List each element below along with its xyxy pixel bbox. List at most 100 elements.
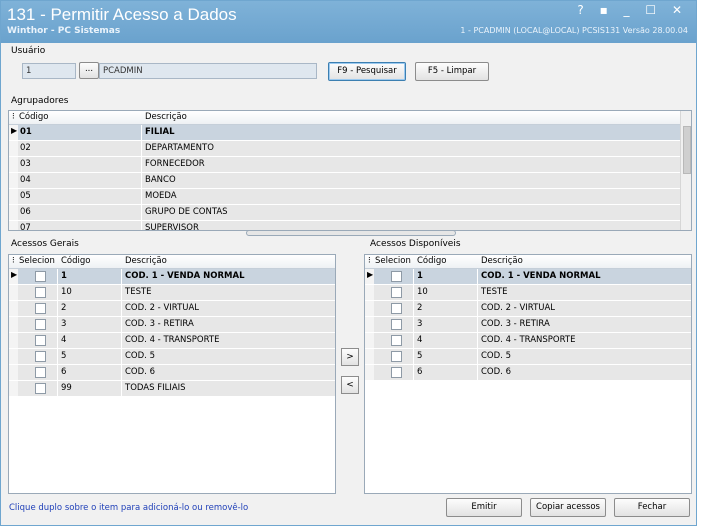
cell-code: 04 bbox=[20, 175, 31, 185]
col-sel-header[interactable]: Selecion bbox=[375, 256, 411, 266]
table-row[interactable]: ▶ 01 FILIAL bbox=[9, 125, 691, 141]
row-indicator bbox=[365, 365, 374, 380]
table-row[interactable]: ▶ 1 COD. 1 - VENDA NORMAL bbox=[365, 269, 691, 285]
col-code-header[interactable]: Código bbox=[61, 256, 91, 266]
window-title: 131 - Permitir Acesso a Dados bbox=[7, 5, 237, 24]
table-row[interactable]: 6 COD. 6 bbox=[365, 365, 691, 381]
select-checkbox[interactable] bbox=[391, 271, 402, 282]
select-checkbox[interactable] bbox=[35, 351, 46, 362]
session-status: 1 - PCADMIN (LOCAL@LOCAL) PCSIS131 Versã… bbox=[460, 26, 688, 35]
col-code-header[interactable]: Código bbox=[417, 256, 447, 266]
table-row[interactable]: 5 COD. 5 bbox=[9, 349, 335, 365]
select-checkbox[interactable] bbox=[35, 303, 46, 314]
table-row[interactable]: 2 COD. 2 - VIRTUAL bbox=[9, 301, 335, 317]
table-row[interactable]: 10 TESTE bbox=[9, 285, 335, 301]
table-row[interactable]: 03 FORNECEDOR bbox=[9, 157, 691, 173]
cell-code: 05 bbox=[20, 191, 31, 201]
cell-description: FILIAL bbox=[145, 127, 175, 137]
select-checkbox[interactable] bbox=[35, 367, 46, 378]
cell-code: 1 bbox=[417, 271, 423, 281]
cell-description: COD. 4 - TRANSPORTE bbox=[125, 335, 220, 345]
user-lookup-button[interactable]: ... bbox=[79, 62, 99, 79]
main-window: 131 - Permitir Acesso a Dados Winthor - … bbox=[0, 0, 697, 526]
select-checkbox[interactable] bbox=[391, 287, 402, 298]
cell-description: FORNECEDOR bbox=[145, 159, 205, 169]
select-checkbox[interactable] bbox=[391, 319, 402, 330]
col-desc-header[interactable]: Descrição bbox=[145, 112, 187, 122]
table-row[interactable]: 4 COD. 4 - TRANSPORTE bbox=[9, 333, 335, 349]
select-checkbox[interactable] bbox=[391, 303, 402, 314]
row-indicator bbox=[9, 173, 18, 188]
select-checkbox[interactable] bbox=[391, 351, 402, 362]
row-indicator bbox=[9, 365, 18, 380]
select-checkbox[interactable] bbox=[35, 335, 46, 346]
cell-description: TESTE bbox=[125, 287, 152, 297]
cell-code: 01 bbox=[20, 127, 32, 137]
user-code-input[interactable]: 1 bbox=[22, 63, 76, 79]
clear-button[interactable]: F5 - Limpar bbox=[415, 62, 489, 81]
cell-description: COD. 4 - TRANSPORTE bbox=[481, 335, 576, 345]
search-button[interactable]: F9 - Pesquisar bbox=[328, 62, 406, 81]
cell-code: 07 bbox=[20, 223, 31, 231]
close-button[interactable]: Fechar bbox=[614, 498, 690, 517]
cell-description: BANCO bbox=[145, 175, 176, 185]
agrupadores-scrollbar[interactable] bbox=[680, 111, 691, 230]
acessos-gerais-grid: ⁝ Selecion Código Descrição ▶ 1 COD. 1 - V… bbox=[8, 254, 336, 494]
cell-code: 2 bbox=[61, 303, 67, 313]
col-desc-header[interactable]: Descrição bbox=[125, 256, 167, 266]
user-name-field: PCADMIN bbox=[99, 63, 317, 79]
cell-code: 5 bbox=[61, 351, 67, 361]
cell-description: GRUPO DE CONTAS bbox=[145, 207, 228, 217]
cell-code: 99 bbox=[61, 383, 72, 393]
table-row[interactable]: 99 TODAS FILIAIS bbox=[9, 381, 335, 397]
table-row[interactable]: ▶ 1 COD. 1 - VENDA NORMAL bbox=[9, 269, 335, 285]
row-indicator: ▶ bbox=[9, 269, 18, 284]
table-row[interactable]: 6 COD. 6 bbox=[9, 365, 335, 381]
scroll-thumb[interactable] bbox=[683, 126, 691, 174]
row-indicator bbox=[365, 349, 374, 364]
cell-description: COD. 3 - RETIRA bbox=[481, 319, 550, 329]
usuario-label: Usuário bbox=[11, 46, 46, 56]
cell-description: COD. 5 bbox=[125, 351, 155, 361]
hint-text: Clique duplo sobre o item para adicioná-… bbox=[9, 503, 249, 513]
row-indicator bbox=[9, 205, 18, 220]
col-sel-header[interactable]: Selecion bbox=[19, 256, 55, 266]
col-desc-header[interactable]: Descrição bbox=[481, 256, 523, 266]
splitter-handle[interactable] bbox=[246, 230, 456, 236]
select-checkbox[interactable] bbox=[35, 287, 46, 298]
select-checkbox[interactable] bbox=[391, 367, 402, 378]
row-indicator bbox=[9, 349, 18, 364]
row-indicator bbox=[365, 285, 374, 300]
table-row[interactable]: 05 MOEDA bbox=[9, 189, 691, 205]
col-code-header[interactable]: Código bbox=[19, 112, 49, 122]
table-row[interactable]: 3 COD. 3 - RETIRA bbox=[9, 317, 335, 333]
cell-description: COD. 1 - VENDA NORMAL bbox=[125, 271, 245, 281]
remove-access-button[interactable]: < bbox=[341, 376, 359, 394]
current-row-icon: ▶ bbox=[11, 270, 18, 279]
select-checkbox[interactable] bbox=[35, 271, 46, 282]
row-indicator bbox=[9, 301, 18, 316]
cell-code: 06 bbox=[20, 207, 31, 217]
agrupadores-label: Agrupadores bbox=[11, 96, 69, 106]
copy-access-button[interactable]: Copiar acessos bbox=[530, 498, 606, 517]
table-row[interactable]: 5 COD. 5 bbox=[365, 349, 691, 365]
table-row[interactable]: 04 BANCO bbox=[9, 173, 691, 189]
emit-button[interactable]: Emitir bbox=[446, 498, 522, 517]
table-row[interactable]: 06 GRUPO DE CONTAS bbox=[9, 205, 691, 221]
table-row[interactable]: 3 COD. 3 - RETIRA bbox=[365, 317, 691, 333]
cell-description: SUPERVISOR bbox=[145, 223, 199, 231]
select-checkbox[interactable] bbox=[391, 335, 402, 346]
window-controls[interactable]: ? ▪ _ ☐ ✕ bbox=[577, 3, 688, 17]
table-row[interactable]: 10 TESTE bbox=[365, 285, 691, 301]
row-indicator bbox=[365, 333, 374, 348]
table-row[interactable]: 4 COD. 4 - TRANSPORTE bbox=[365, 333, 691, 349]
acessos-disponiveis-label: Acessos Disponíveis bbox=[370, 239, 461, 249]
table-row[interactable]: 2 COD. 2 - VIRTUAL bbox=[365, 301, 691, 317]
add-access-button[interactable]: > bbox=[341, 348, 359, 366]
cell-code: 10 bbox=[61, 287, 72, 297]
row-indicator: ▶ bbox=[9, 125, 18, 140]
cell-description: TESTE bbox=[481, 287, 508, 297]
select-checkbox[interactable] bbox=[35, 319, 46, 330]
select-checkbox[interactable] bbox=[35, 383, 46, 394]
table-row[interactable]: 02 DEPARTAMENTO bbox=[9, 141, 691, 157]
